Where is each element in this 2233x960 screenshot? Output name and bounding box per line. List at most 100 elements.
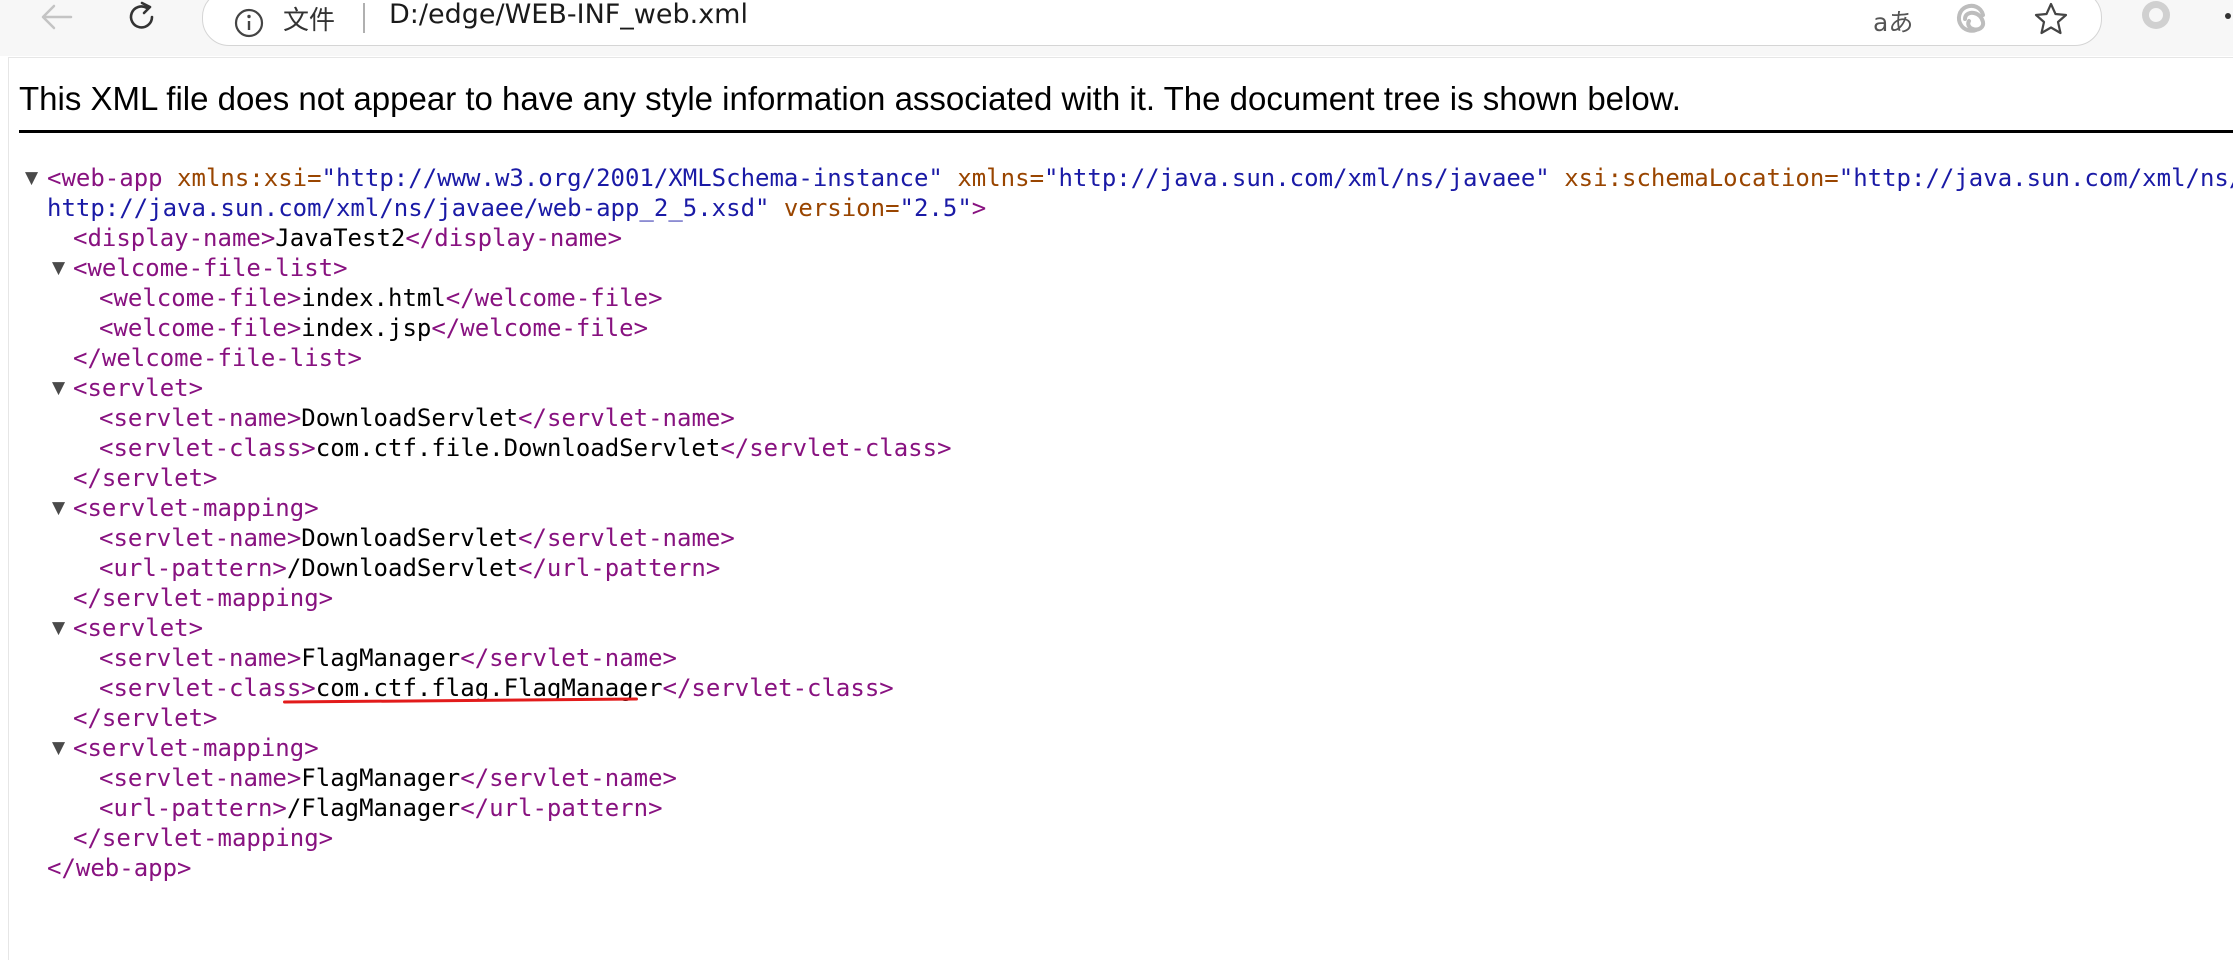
xml-line-servlet-mapping-close: </servlet-mapping> [73,583,333,613]
edge-extension-icon [1956,3,1986,33]
xml-line-welcome-file: <welcome-file>index.html</welcome-file> [99,283,663,313]
xml-attr-name: version= [769,194,900,222]
xml-text: FlagManager [301,764,461,792]
collapse-arrow-servlet[interactable]: ▼ [52,373,65,403]
xml-tag: <servlet-class> [99,674,316,702]
address-bar-divider [363,3,365,33]
xml-tag: </welcome-file> [431,314,649,342]
read-aloud-button[interactable]: aあ [1873,3,1913,39]
xml-tag: </servlet-name> [460,644,677,672]
xml-tag: </servlet> [73,464,218,492]
xml-text: JavaTest2 [275,224,406,252]
xml-line-servlet-class: <servlet-class>com.ctf.file.DownloadServ… [99,433,952,463]
read-aloud-icon: aあ [1873,8,1914,37]
xml-line-web-app-close: </web-app> [47,853,192,883]
star-icon [2034,2,2068,35]
xml-attr-value: "2.5" [899,194,972,222]
xml-tag: </display-name> [405,224,623,252]
xml-tag: </servlet-name> [460,764,677,792]
xml-tag: </welcome-file-list> [73,344,362,372]
xml-attr-value: "http://java.sun.com/xml/ns/javaee [1838,164,2233,192]
xml-text: DownloadServlet [301,524,519,552]
more-icon[interactable] [2218,4,2233,30]
xml-text: DownloadServlet [301,404,519,432]
xml-line-display-name: <display-name>JavaTest2</display-name> [73,223,622,253]
xml-text: /FlagManager [286,794,461,822]
xml-tag: </servlet-name> [518,524,735,552]
collapse-arrow-servlet-mapping[interactable]: ▼ [52,733,65,763]
address-bar[interactable]: 文件 D:/edge/WEB-INF_web.xml aあ [202,0,2102,46]
xml-tag: </url-pattern> [460,794,663,822]
xml-tag: </web-app> [47,854,192,882]
xml-text: /DownloadServlet [286,554,519,582]
xml-tag: <servlet-name> [99,404,302,432]
xml-tag: <servlet> [73,374,204,402]
xml-line-url-pattern: <url-pattern>/DownloadServlet</url-patte… [99,553,720,583]
back-button[interactable] [32,0,80,34]
xml-line-servlet-close: </servlet> [73,463,218,493]
xml-tag: </servlet-class> [720,434,952,462]
refresh-button[interactable] [118,0,166,34]
xml-text: index.html [301,284,446,312]
xml-tag: <welcome-file> [99,284,302,312]
profile-icon[interactable] [2138,0,2174,34]
xml-line-welcome-file: <welcome-file>index.jsp</welcome-file> [99,313,648,343]
info-icon[interactable] [233,7,265,39]
xml-line-servlet-mapping-open: <servlet-mapping> [73,493,319,523]
xml-line-servlet-name: <servlet-name>FlagManager</servlet-name> [99,643,677,673]
xml-tag: </servlet> [73,704,218,732]
xml-tag: </servlet-name> [518,404,735,432]
favorite-button[interactable] [2033,1,2069,37]
xml-tag: <servlet-mapping> [73,494,319,522]
collapse-arrow-web-app[interactable]: ▼ [25,163,38,193]
xml-tag: </welcome-file> [445,284,663,312]
browser-toolbar: 文件 D:/edge/WEB-INF_web.xml aあ [0,0,2233,56]
xml-tag: <servlet> [73,614,204,642]
collapse-arrow-servlet[interactable]: ▼ [52,613,65,643]
xml-tag: <servlet-name> [99,644,302,672]
xml-line-servlet-open: <servlet> [73,373,203,403]
xml-tag: </url-pattern> [518,554,721,582]
xml-tag: <servlet-name> [99,764,302,792]
xml-line-servlet-mapping-close: </servlet-mapping> [73,823,333,853]
xml-line-servlet-name: <servlet-name>DownloadServlet</servlet-n… [99,403,735,433]
xml-attr-name: xmlns:xsi= [162,164,322,192]
xml-tag: <welcome-file-list> [73,254,348,282]
xml-line-servlet-close: </servlet> [73,703,218,733]
xml-tag: <servlet-mapping> [73,734,319,762]
xml-line-welcome-file-list-close: </welcome-file-list> [73,343,362,373]
xml-tag: <web-app [47,164,163,192]
xml-attr-name: xsi:schemaLocation= [1549,164,1839,192]
refresh-icon [129,1,154,29]
xml-line-servlet-name: <servlet-name>FlagManager</servlet-name> [99,763,677,793]
xml-line-url-pattern: <url-pattern>/FlagManager</url-pattern> [99,793,663,823]
xml-tag: </servlet-mapping> [73,824,334,852]
collapse-arrow-servlet-mapping[interactable]: ▼ [52,493,65,523]
collapse-arrow-welcome-file-list[interactable]: ▼ [52,253,65,283]
xml-tag: <welcome-file> [99,314,302,342]
xml-text: index.jsp [301,314,432,342]
xml-tag: > [971,194,987,222]
url-text[interactable]: D:/edge/WEB-INF_web.xml [389,0,748,30]
xml-style-notice: This XML file does not appear to have an… [19,80,1681,117]
xml-text: FlagManager [301,644,461,672]
notice-divider [19,130,2233,133]
extension-button[interactable] [1953,1,1989,37]
xml-tag: <servlet-class> [99,434,316,462]
arrow-left-icon [41,4,73,30]
xml-attr-value: "http://www.w3.org/2001/XMLSchema-instan… [321,164,943,192]
xml-tag: <url-pattern> [99,794,287,822]
xml-line-welcome-file-list-open: <welcome-file-list> [73,253,348,283]
xml-line-servlet-open: <servlet> [73,613,203,643]
xml-attr-value: http://java.sun.com/xml/ns/javaee/web-ap… [47,194,770,222]
site-info-label[interactable]: 文件 [283,0,335,37]
xml-text: com.ctf.file.DownloadServlet [315,434,721,462]
xml-tag: </servlet-class> [662,674,894,702]
xml-attr-name: xmlns= [942,164,1045,192]
xml-tag: <servlet-name> [99,524,302,552]
xml-line-web-app-open: <web-app xmlns:xsi="http://www.w3.org/20… [47,163,2233,193]
xml-attr-value: "http://java.sun.com/xml/ns/javaee" [1044,164,1550,192]
xml-tag: <url-pattern> [99,554,287,582]
xml-tag: </servlet-mapping> [73,584,334,612]
xml-line-servlet-name: <servlet-name>DownloadServlet</servlet-n… [99,523,735,553]
